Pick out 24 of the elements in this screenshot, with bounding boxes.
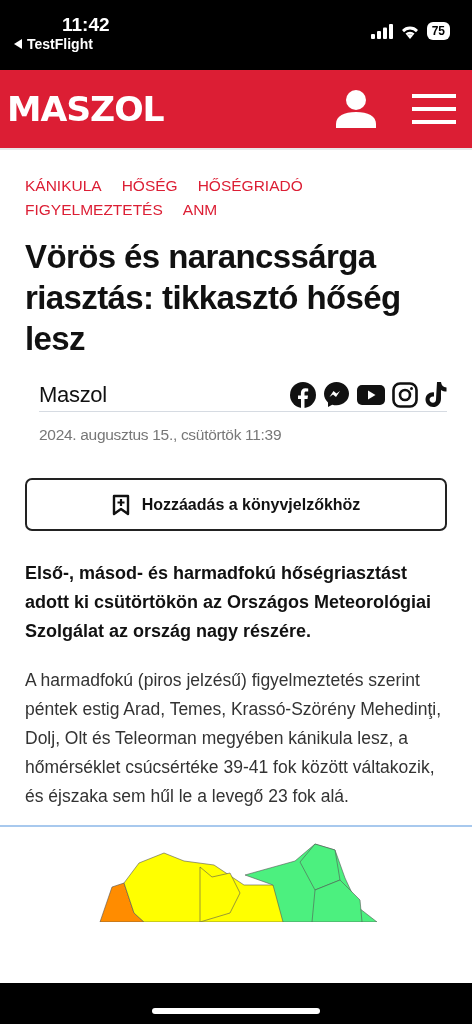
tag-link[interactable]: FIGYELMEZTETÉS	[25, 200, 163, 220]
youtube-icon[interactable]	[357, 384, 385, 405]
tiktok-icon[interactable]	[425, 381, 447, 408]
battery-indicator: 75	[426, 22, 450, 40]
bookmark-add-icon	[111, 493, 130, 516]
signal-icon	[370, 23, 393, 39]
tag-link[interactable]: HŐSÉGRIADÓ	[197, 176, 303, 196]
bookmark-button[interactable]: Hozzáadás a könyvjelzőkhöz	[25, 478, 447, 531]
article-paragraph: A harmadfokú (piros jelzésű) figyelmeztetés szerint péntek estig Arad, Temes, Krassó-Szörény Mehedinţi, Dolj, Olt és Teleorman megyében kánikula lesz, a hőmérséklet csúcsértéke 39-41 fok között váltakozik, és éjszaka sem hűl le a levegő 23 fok alá.	[25, 669, 442, 808]
clock-time: 11:42	[62, 14, 110, 36]
user-icon[interactable]	[336, 90, 376, 128]
tag-link[interactable]: KÁNIKULA	[25, 176, 102, 196]
author-name[interactable]: Maszol	[39, 381, 107, 408]
back-link[interactable]: TestFlight	[27, 36, 93, 52]
article-title: Vörös és narancssárga riasztás: tikkasztó hőség lesz	[25, 237, 402, 359]
back-arrow-icon[interactable]	[14, 39, 23, 49]
article-lead: Első-, másod- és harmadfokú hőségriasztást adott ki csütörtökön az Országos Meteorológiai Szolgálat az ország nagy részére.	[25, 562, 433, 643]
tag-link[interactable]: ANM	[182, 200, 218, 220]
facebook-icon[interactable]	[290, 381, 316, 408]
tag-link[interactable]: HŐSÉG	[121, 176, 178, 196]
menu-icon[interactable]	[412, 94, 456, 124]
instagram-icon[interactable]	[392, 381, 418, 408]
publish-date: 2024. augusztus 15., csütörtök 11:39	[39, 426, 283, 444]
messenger-icon[interactable]	[323, 381, 350, 408]
